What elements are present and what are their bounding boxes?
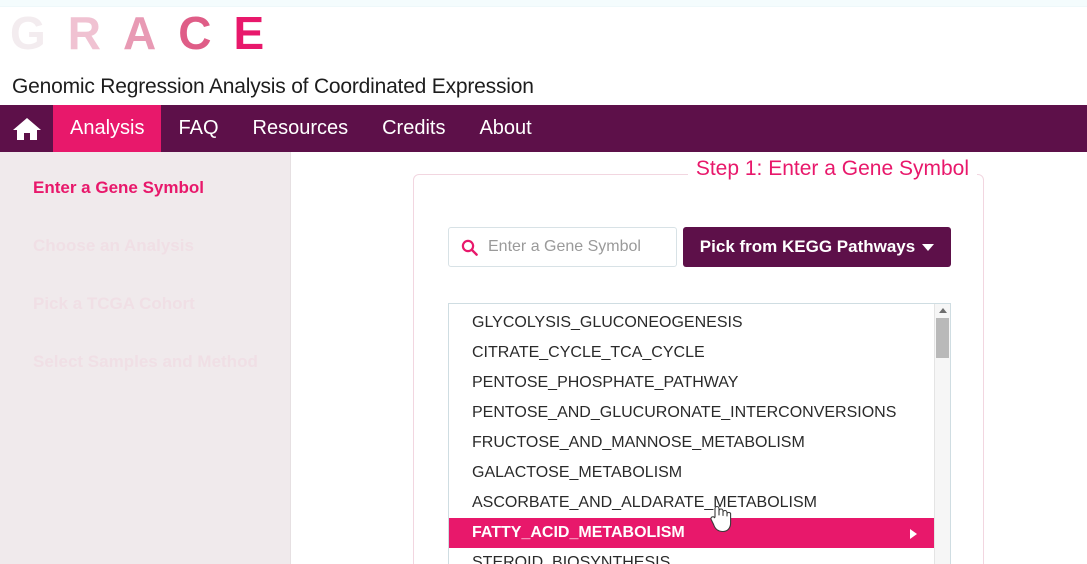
nav-item-credits[interactable]: Credits bbox=[365, 105, 462, 152]
list-item-label: GLYCOLYSIS_GLUCONEOGENESIS bbox=[472, 314, 743, 331]
logo-letter-r: R bbox=[68, 10, 123, 56]
step1-panel: Step 1: Enter a Gene Symbol Pick from KE… bbox=[413, 174, 984, 564]
logo-letter-c: C bbox=[178, 10, 233, 56]
list-item[interactable]: STEROID_BIOSYNTHESIS bbox=[449, 548, 934, 564]
logo-letter-e: E bbox=[233, 10, 286, 56]
main-navigation: AnalysisFAQResourcesCreditsAbout bbox=[0, 105, 1087, 152]
page-title: Step 1: Enter a Gene Symbol bbox=[688, 157, 977, 181]
list-item-label: FATTY_ACID_METABOLISM bbox=[472, 524, 685, 541]
list-item[interactable]: CITRATE_CYCLE_TCA_CYCLE bbox=[449, 338, 934, 368]
kegg-button-label: Pick from KEGG Pathways bbox=[700, 237, 915, 257]
sidebar-item-enter-a-gene-symbol[interactable]: Enter a Gene Symbol bbox=[33, 178, 204, 198]
search-input[interactable] bbox=[486, 237, 646, 257]
nav-item-resources[interactable]: Resources bbox=[236, 105, 366, 152]
home-icon[interactable] bbox=[0, 105, 53, 152]
dropdown-scrollbar[interactable] bbox=[934, 304, 950, 564]
list-item[interactable]: FRUCTOSE_AND_MANNOSE_METABOLISM bbox=[449, 428, 934, 458]
list-item[interactable]: PENTOSE_PHOSPHATE_PATHWAY bbox=[449, 368, 934, 398]
list-item-label: STEROID_BIOSYNTHESIS bbox=[472, 554, 670, 564]
scroll-up-arrow-icon[interactable] bbox=[939, 308, 947, 313]
nav-item-about[interactable]: About bbox=[462, 105, 548, 152]
sidebar-item-choose-an-analysis: Choose an Analysis bbox=[33, 236, 194, 256]
logo-letter-g: G bbox=[10, 10, 68, 56]
site-header: GRACE Genomic Regression Analysis of Coo… bbox=[0, 7, 1087, 105]
scrollbar-thumb[interactable] bbox=[936, 318, 949, 358]
site-tagline: Genomic Regression Analysis of Coordinat… bbox=[12, 75, 534, 99]
nav-item-analysis[interactable]: Analysis bbox=[53, 105, 161, 152]
list-item-label: GALACTOSE_METABOLISM bbox=[472, 464, 682, 481]
list-item[interactable]: FATTY_ACID_METABOLISM bbox=[449, 518, 934, 548]
search-input-wrapper[interactable] bbox=[448, 227, 677, 267]
search-icon bbox=[461, 239, 478, 256]
kegg-pathway-list: GLYCOLYSIS_GLUCONEOGENESIS CITRATE_CYCLE_… bbox=[449, 304, 934, 564]
list-item-label: PENTOSE_AND_GLUCURONATE_INTERCONVERSIONS bbox=[472, 404, 896, 421]
gene-search-row: Pick from KEGG Pathways bbox=[448, 227, 951, 267]
chevron-down-icon bbox=[922, 244, 934, 251]
main-content: Step 1: Enter a Gene Symbol Pick from KE… bbox=[292, 152, 1087, 564]
logo-letter-a: A bbox=[123, 10, 178, 56]
list-item[interactable]: ASCORBATE_AND_ALDARATE_METABOLISM bbox=[449, 488, 934, 518]
nav-item-faq[interactable]: FAQ bbox=[161, 105, 235, 152]
list-item[interactable]: GLYCOLYSIS_GLUCONEOGENESIS bbox=[449, 308, 934, 338]
list-item-label: PENTOSE_PHOSPHATE_PATHWAY bbox=[472, 374, 738, 391]
step-sidebar: Enter a Gene Symbol Choose an Analysis Pic… bbox=[0, 152, 291, 564]
list-item-label: CITRATE_CYCLE_TCA_CYCLE bbox=[472, 344, 705, 361]
grace-logo: GRACE bbox=[10, 10, 286, 56]
nav-item-list: AnalysisFAQResourcesCreditsAbout bbox=[53, 105, 549, 152]
submenu-arrow-icon bbox=[910, 529, 917, 539]
list-item-label: FRUCTOSE_AND_MANNOSE_METABOLISM bbox=[472, 434, 805, 451]
list-item[interactable]: GALACTOSE_METABOLISM bbox=[449, 458, 934, 488]
list-item-label: ASCORBATE_AND_ALDARATE_METABOLISM bbox=[472, 494, 817, 511]
sidebar-item-select-samples-and-method: Select Samples and Method bbox=[33, 352, 258, 372]
kegg-pathway-dropdown[interactable]: GLYCOLYSIS_GLUCONEOGENESIS CITRATE_CYCLE_… bbox=[448, 303, 951, 564]
sidebar-item-pick-a-tcga-cohort: Pick a TCGA Cohort bbox=[33, 294, 195, 314]
top-strip bbox=[0, 0, 1087, 7]
application-window: GRACE Genomic Regression Analysis of Coo… bbox=[0, 0, 1087, 564]
pick-kegg-pathways-button[interactable]: Pick from KEGG Pathways bbox=[683, 227, 951, 267]
list-item[interactable]: PENTOSE_AND_GLUCURONATE_INTERCONVERSIONS bbox=[449, 398, 934, 428]
